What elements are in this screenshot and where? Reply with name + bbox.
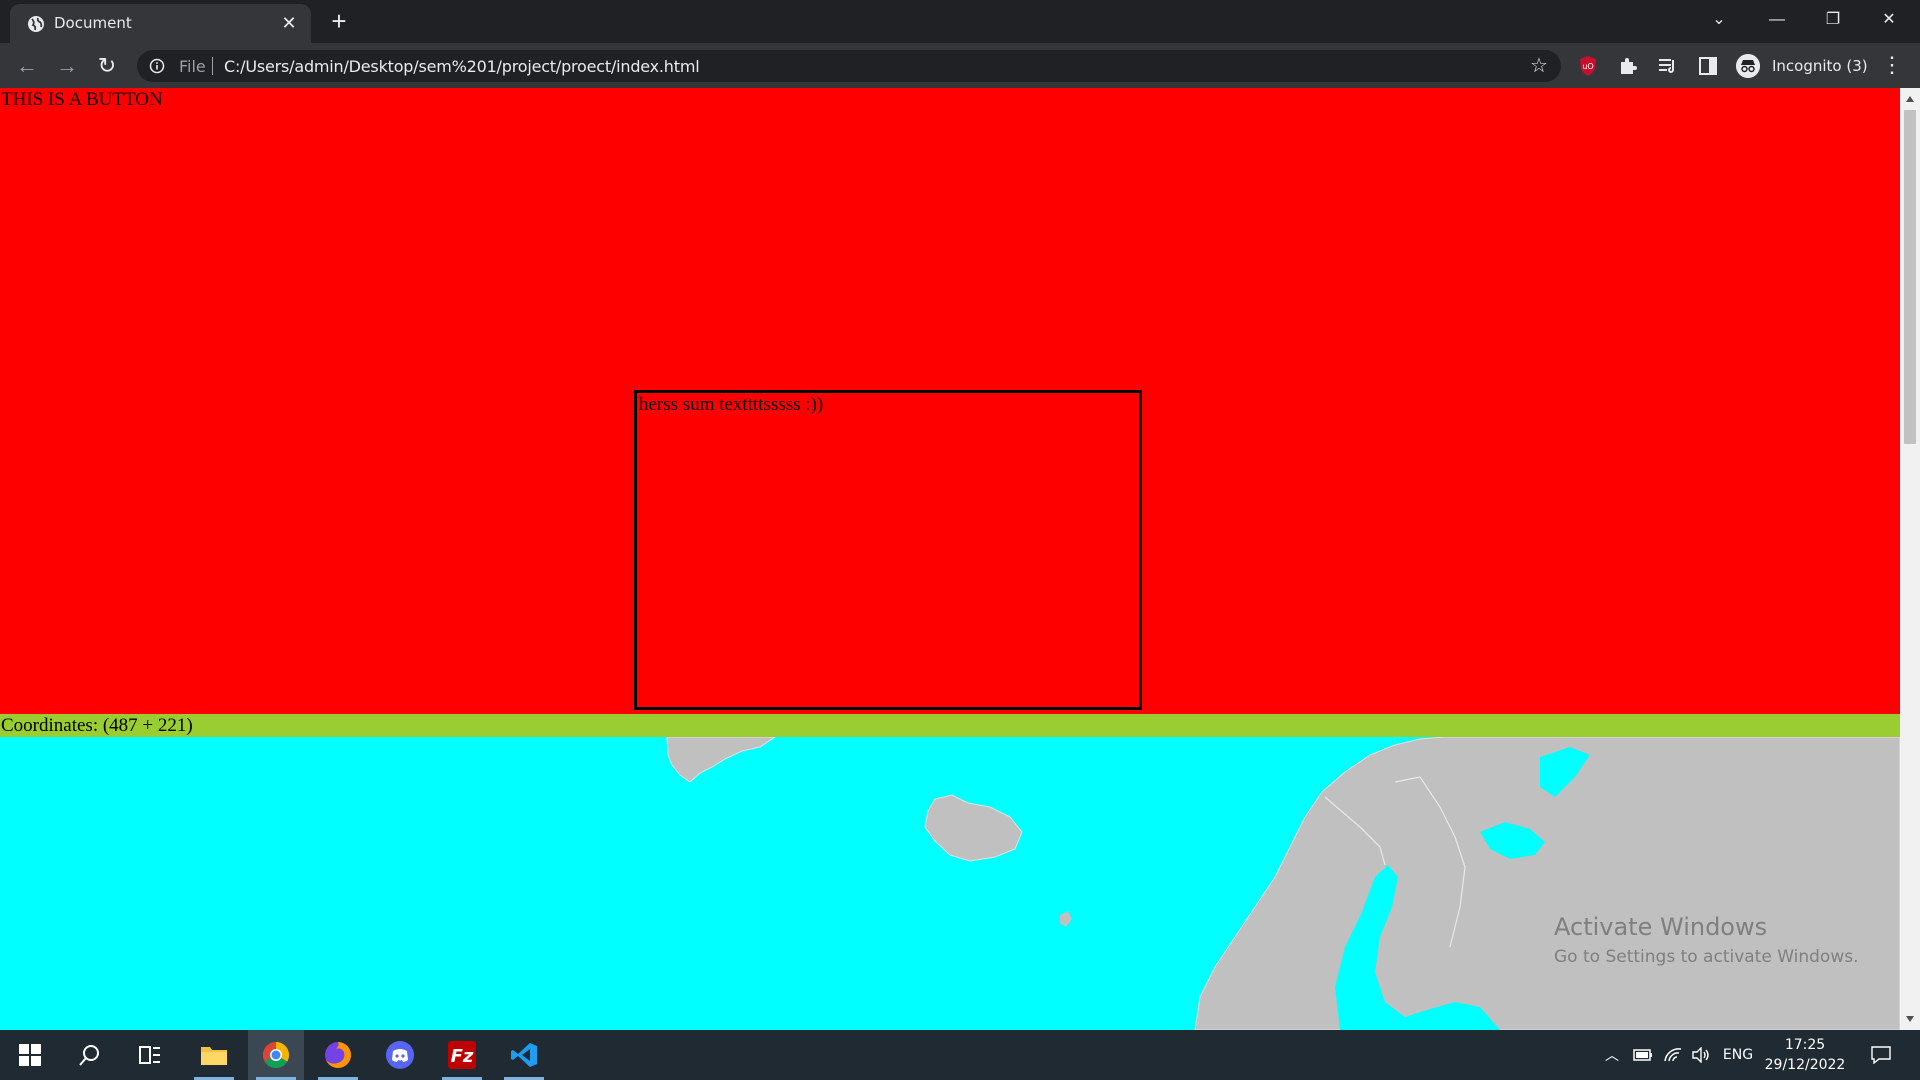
svg-text:uO: uO [1582, 62, 1593, 71]
watermark-title: Activate Windows [1554, 913, 1768, 941]
scroll-down-arrow-icon[interactable] [1906, 1016, 1914, 1022]
plus-icon[interactable]: + [326, 8, 352, 35]
side-panel-icon[interactable] [1696, 54, 1720, 78]
clock-date: 29/12/2022 [1764, 1057, 1846, 1073]
firefox-icon[interactable] [310, 1030, 366, 1080]
world-map[interactable]: Activate Windows Go to Settings to activ… [0, 737, 1900, 1030]
coordinates-bar: Coordinates: (487 + 221) [0, 714, 1900, 737]
browser-tab-bar: Document ✕ + ⌄ — ❐ ✕ [0, 0, 1920, 43]
star-icon[interactable]: ☆ [1527, 54, 1551, 78]
globe-icon [28, 16, 44, 32]
address-prefix: File [179, 57, 206, 76]
chrome-icon[interactable] [248, 1030, 304, 1080]
scroll-up-arrow-icon[interactable] [1906, 96, 1914, 102]
discord-icon[interactable] [372, 1030, 428, 1080]
wifi-icon[interactable] [1660, 1030, 1686, 1080]
browser-toolbar: ← → ↻ File C:/Users/admin/Desktop/sem%20… [0, 43, 1920, 88]
windows-start-icon[interactable] [2, 1030, 58, 1080]
vscode-icon[interactable] [496, 1030, 552, 1080]
coordinates-text: Coordinates: (487 + 221) [1, 715, 193, 736]
arrow-right-icon[interactable]: → [52, 51, 82, 81]
close-icon[interactable]: ✕ [279, 13, 299, 33]
incognito-profile-button[interactable]: Incognito (3) [1733, 49, 1869, 83]
scroll-thumb[interactable] [1904, 110, 1916, 444]
incognito-icon [1736, 54, 1760, 78]
button-label[interactable]: THIS IS A BUTTON [1, 89, 163, 111]
task-view-icon[interactable] [122, 1030, 178, 1080]
text-box-content: herss sum texttttsssss :)) [639, 394, 824, 415]
clock-time: 17:25 [1784, 1037, 1826, 1053]
windows-taskbar: Fz ︿ ENG 17:25 29/12/2022 [0, 1030, 1920, 1080]
language-indicator[interactable]: ENG [1718, 1030, 1758, 1080]
search-icon[interactable] [62, 1030, 118, 1080]
kebab-menu-icon[interactable]: ⋮ [1878, 52, 1906, 80]
reading-list-icon[interactable] [1656, 54, 1680, 78]
tab-search-chevron-icon[interactable]: ⌄ [1696, 6, 1742, 34]
vertical-scrollbar[interactable] [1900, 88, 1920, 1030]
tray-chevron-up-icon[interactable]: ︿ [1600, 1030, 1624, 1080]
address-bar[interactable]: File C:/Users/admin/Desktop/sem%201/proj… [137, 50, 1561, 82]
file-explorer-icon[interactable] [186, 1030, 242, 1080]
restore-icon[interactable]: ❐ [1810, 6, 1856, 34]
page-viewport: THIS IS A BUTTON herss sum texttttsssss … [0, 88, 1920, 1030]
greenland-shape [666, 737, 776, 783]
text-box: herss sum texttttsssss :)) [634, 390, 1142, 710]
tab-title: Document [54, 14, 132, 32]
notification-icon[interactable] [1866, 1030, 1896, 1080]
volume-icon[interactable] [1688, 1030, 1714, 1080]
faroe-shape [1060, 911, 1072, 927]
ublock-origin-icon[interactable]: uO [1576, 54, 1600, 78]
map-land-shapes [666, 737, 1900, 1030]
incognito-label: Incognito (3) [1772, 57, 1868, 75]
filezilla-icon[interactable]: Fz [434, 1030, 490, 1080]
info-icon[interactable] [149, 58, 165, 74]
watermark-subtitle: Go to Settings to activate Windows. [1554, 947, 1859, 967]
url-text[interactable]: C:/Users/admin/Desktop/sem%201/project/p… [224, 57, 700, 76]
browser-tab[interactable]: Document ✕ [10, 4, 311, 43]
iceland-shape [924, 794, 1023, 862]
battery-icon[interactable] [1630, 1030, 1656, 1080]
arrow-left-icon[interactable]: ← [12, 51, 42, 81]
system-clock[interactable]: 17:25 29/12/2022 [1760, 1035, 1850, 1075]
puzzle-icon[interactable] [1616, 54, 1640, 78]
reload-icon[interactable]: ↻ [92, 51, 122, 81]
activate-windows-watermark: Activate Windows Go to Settings to activ… [1554, 913, 1859, 967]
svg-text:Fz: Fz [451, 1046, 474, 1067]
minimize-icon[interactable]: — [1754, 6, 1800, 34]
window-close-icon[interactable]: ✕ [1866, 6, 1912, 34]
red-button-area[interactable]: THIS IS A BUTTON herss sum texttttsssss … [0, 88, 1900, 714]
address-separator [212, 57, 213, 75]
